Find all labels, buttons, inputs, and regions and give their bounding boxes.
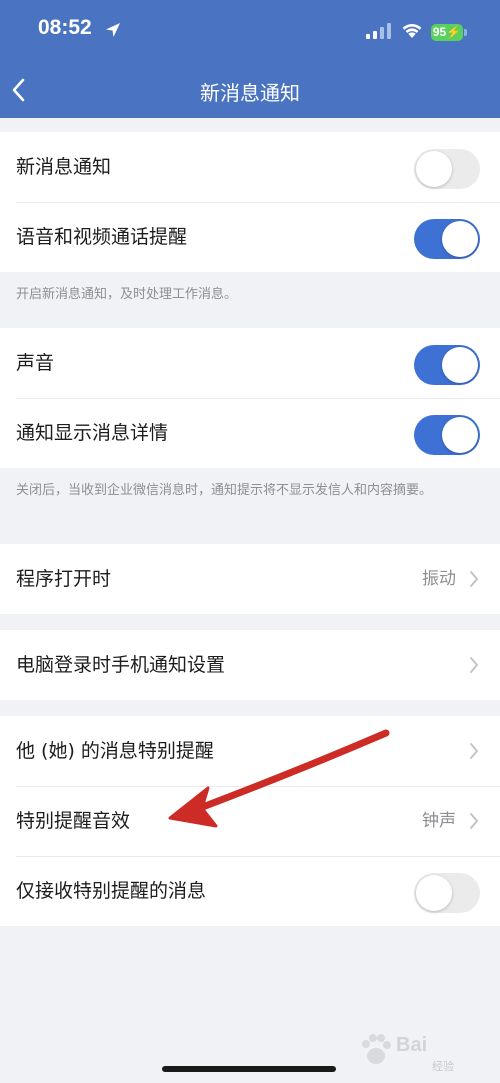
- status-bar: 08:52 95⚡: [0, 0, 500, 62]
- location-arrow-icon: [106, 23, 120, 37]
- row-value: 钟声: [422, 811, 456, 831]
- notification-group: 新消息通知 语音和视频通话提醒: [0, 132, 500, 272]
- page-title: 新消息通知: [200, 81, 300, 105]
- pc-login-phone-notification-row[interactable]: 电脑登录时手机通知设置: [0, 630, 500, 700]
- row-label: 程序打开时: [16, 568, 112, 590]
- details-hint: 关闭后，当收到企业微信消息时，通知提示将不显示发信人和内容摘要。: [16, 483, 433, 498]
- notification-hint: 开启新消息通知，及时处理工作消息。: [16, 287, 238, 302]
- show-message-details-toggle[interactable]: [414, 415, 480, 455]
- only-special-alert-toggle[interactable]: [414, 873, 480, 913]
- special-alert-group: 他 (她) 的消息特别提醒 特别提醒音效 钟声 仅接收特别提醒的消息: [0, 716, 500, 926]
- chevron-right-icon: [470, 743, 478, 759]
- cellular-signal-icon: [366, 23, 391, 39]
- show-message-details-row: 通知显示消息详情: [0, 398, 500, 468]
- chevron-right-icon: [470, 657, 478, 673]
- voice-video-call-alert-row: 语音和视频通话提醒: [0, 202, 500, 272]
- row-label: 仅接收特别提醒的消息: [16, 880, 207, 902]
- pc-login-group: 电脑登录时手机通知设置: [0, 630, 500, 700]
- watermark-logo: Bai 经验: [352, 1026, 498, 1078]
- toggle-knob: [442, 417, 478, 453]
- new-message-notification-toggle[interactable]: [414, 149, 480, 189]
- watermark-subtext: 经验: [432, 1060, 454, 1073]
- row-label: 电脑登录时手机通知设置: [16, 654, 226, 676]
- chevron-right-icon: [470, 813, 478, 829]
- nav-bar: 新消息通知: [0, 62, 500, 118]
- row-label: 他 (她) 的消息特别提醒: [16, 740, 214, 762]
- new-message-notification-row: 新消息通知: [0, 132, 500, 202]
- app-open-group: 程序打开时 振动: [0, 544, 500, 614]
- row-label: 通知显示消息详情: [16, 422, 169, 444]
- voice-video-call-alert-toggle[interactable]: [414, 219, 480, 259]
- battery-indicator: 95⚡: [431, 24, 463, 41]
- toggle-knob: [442, 347, 478, 383]
- sound-group: 声音 通知显示消息详情: [0, 328, 500, 468]
- special-contact-alert-row[interactable]: 他 (她) 的消息特别提醒: [0, 716, 500, 786]
- charging-bolt-icon: ⚡: [446, 25, 462, 39]
- status-time: 08:52: [38, 16, 92, 39]
- only-special-alert-row: 仅接收特别提醒的消息: [0, 856, 500, 926]
- chevron-right-icon: [470, 571, 478, 587]
- row-label: 特别提醒音效: [16, 810, 131, 832]
- toggle-knob: [416, 875, 452, 911]
- row-label: 声音: [16, 352, 55, 374]
- wifi-icon: [402, 23, 422, 38]
- special-alert-sound-row[interactable]: 特别提醒音效 钟声: [0, 786, 500, 856]
- row-label: 新消息通知: [16, 156, 112, 178]
- when-app-open-row[interactable]: 程序打开时 振动: [0, 544, 500, 614]
- battery-level: 95: [432, 25, 447, 39]
- row-value: 振动: [422, 569, 456, 589]
- sound-toggle[interactable]: [414, 345, 480, 385]
- paw-icon: [362, 1034, 391, 1064]
- row-label: 语音和视频通话提醒: [16, 226, 188, 248]
- sound-row: 声音: [0, 328, 500, 398]
- toggle-knob: [416, 151, 452, 187]
- battery-tip: [464, 29, 467, 36]
- watermark-text: Bai: [396, 1034, 428, 1056]
- home-indicator: [162, 1066, 336, 1072]
- toggle-knob: [442, 221, 478, 257]
